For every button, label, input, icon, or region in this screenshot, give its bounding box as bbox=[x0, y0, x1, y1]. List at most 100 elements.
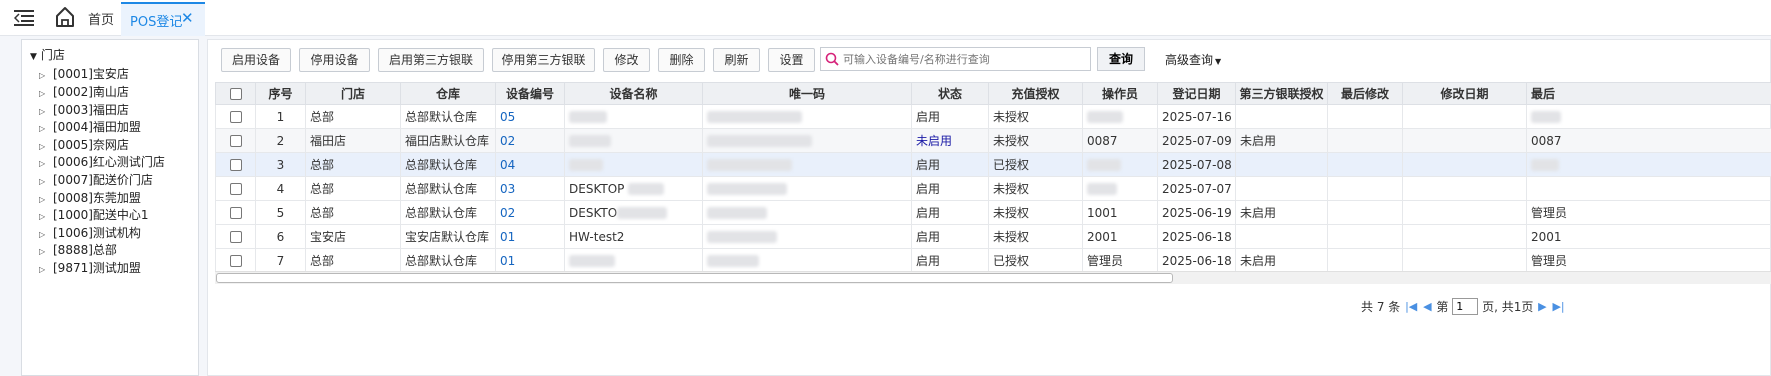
row-checkbox[interactable] bbox=[229, 111, 242, 123]
cell-device-code[interactable]: 03 bbox=[495, 176, 565, 201]
column-header[interactable]: 门店 bbox=[305, 82, 401, 105]
cell-device-code[interactable]: 02 bbox=[495, 128, 565, 153]
disable-unionpay-button[interactable]: 停用第三方银联 bbox=[492, 48, 595, 72]
scrollbar-thumb[interactable] bbox=[216, 273, 1173, 283]
column-header[interactable]: 状态 bbox=[911, 82, 989, 105]
tab-home[interactable]: 首页 bbox=[88, 9, 114, 28]
table-row[interactable]: 7 总部 总部默认仓库 01 启用 已授权 管理员 2025-06-18 未启用… bbox=[215, 248, 1771, 273]
cell-store: 总部 bbox=[305, 152, 401, 177]
cell-status: 启用 bbox=[911, 152, 989, 177]
tree-root[interactable]: ▼ 门店 bbox=[30, 46, 65, 63]
caret-right-icon[interactable]: ▷ bbox=[39, 177, 53, 186]
column-header[interactable]: 设备编号 bbox=[495, 82, 565, 105]
column-header[interactable]: 登记日期 bbox=[1157, 82, 1236, 105]
column-header[interactable]: 修改日期 bbox=[1402, 82, 1527, 105]
row-checkbox[interactable] bbox=[229, 183, 242, 195]
select-all-checkbox[interactable] bbox=[229, 88, 242, 100]
tree-item[interactable]: ▷ [1006]测试机构 bbox=[39, 224, 141, 241]
row-select-cell[interactable] bbox=[215, 104, 256, 129]
menu-collapse-icon[interactable] bbox=[14, 9, 34, 27]
tree-item[interactable]: ▷ [0002]南山店 bbox=[39, 83, 129, 100]
caret-right-icon[interactable]: ▷ bbox=[39, 159, 53, 168]
table-row[interactable]: 2 福田店 福田店默认仓库 02 未启用 未授权 0087 2025-07-09… bbox=[215, 128, 1771, 153]
caret-right-icon[interactable]: ▷ bbox=[39, 230, 53, 239]
search-input[interactable] bbox=[843, 51, 1083, 68]
tree-item[interactable]: ▷ [0006]红心测试门店 bbox=[39, 153, 165, 170]
enable-device-button[interactable]: 启用设备 bbox=[221, 48, 291, 72]
next-page-icon[interactable]: ▶ bbox=[1538, 300, 1546, 313]
table-row[interactable]: 5 总部 总部默认仓库 02 DESKTO 启用 未授权 1001 2025-0… bbox=[215, 200, 1771, 225]
column-header[interactable]: 最后 bbox=[1526, 82, 1771, 105]
cell-device-code[interactable]: 05 bbox=[495, 104, 565, 129]
home-icon[interactable] bbox=[55, 6, 75, 28]
column-header[interactable]: 唯一码 bbox=[702, 82, 912, 105]
column-header[interactable]: 第三方银联授权 bbox=[1235, 82, 1328, 105]
table-row[interactable]: 1 总部 总部默认仓库 05 启用 未授权 2025-07-16 bbox=[215, 104, 1771, 129]
tree-item[interactable]: ▷ [1000]配送中心1 bbox=[39, 206, 149, 223]
close-icon[interactable]: ✕ bbox=[181, 9, 194, 27]
caret-down-icon: ▼ bbox=[30, 52, 37, 62]
disable-device-button[interactable]: 停用设备 bbox=[299, 48, 370, 72]
cell-index: 6 bbox=[255, 224, 306, 249]
delete-button[interactable]: 删除 bbox=[658, 48, 705, 72]
table-row[interactable]: 3 总部 总部默认仓库 04 启用 已授权 2025-07-08 bbox=[215, 152, 1771, 177]
cell-device-code[interactable]: 01 bbox=[495, 248, 565, 273]
prev-page-icon[interactable]: ◀ bbox=[1423, 300, 1431, 313]
tree-item-label: [8888]总部 bbox=[53, 243, 117, 257]
row-select-cell[interactable] bbox=[215, 224, 256, 249]
caret-right-icon[interactable]: ▷ bbox=[39, 107, 53, 116]
select-all-cell[interactable] bbox=[215, 82, 256, 105]
advanced-query-dropdown[interactable]: 高级查询 ▼ bbox=[1165, 51, 1221, 68]
cell-status: 启用 bbox=[911, 104, 989, 129]
caret-right-icon[interactable]: ▷ bbox=[39, 71, 53, 80]
tree-item[interactable]: ▷ [9871]测试加盟 bbox=[39, 259, 141, 276]
tree-item[interactable]: ▷ [0001]宝安店 bbox=[39, 65, 129, 82]
row-select-cell[interactable] bbox=[215, 152, 256, 177]
cell-unionpay-auth: 未启用 bbox=[1235, 248, 1328, 273]
tab-pos-register[interactable]: POS登记 ✕ bbox=[121, 2, 205, 36]
table-row[interactable]: 6 宝安店 宝安店默认仓库 01 HW-test2 启用 未授权 2001 20… bbox=[215, 224, 1771, 249]
caret-right-icon[interactable]: ▷ bbox=[39, 247, 53, 256]
caret-right-icon[interactable]: ▷ bbox=[39, 124, 53, 133]
edit-button[interactable]: 修改 bbox=[603, 48, 650, 72]
first-page-icon[interactable]: |◀ bbox=[1405, 300, 1417, 313]
cell-register-date: 2025-07-08 bbox=[1157, 152, 1236, 177]
cell-device-code[interactable]: 02 bbox=[495, 200, 565, 225]
settings-button[interactable]: 设置 bbox=[768, 48, 815, 72]
row-select-cell[interactable] bbox=[215, 200, 256, 225]
tree-item[interactable]: ▷ [0003]福田店 bbox=[39, 101, 129, 118]
table-row[interactable]: 4 总部 总部默认仓库 03 DESKTOP 启用 未授权 2025-07-07 bbox=[215, 176, 1771, 201]
tree-item[interactable]: ▷ [8888]总部 bbox=[39, 241, 117, 258]
tree-item[interactable]: ▷ [0007]配送价门店 bbox=[39, 171, 153, 188]
column-header[interactable]: 序号 bbox=[255, 82, 306, 105]
caret-right-icon[interactable]: ▷ bbox=[39, 89, 53, 98]
tree-item[interactable]: ▷ [0008]东莞加盟 bbox=[39, 189, 141, 206]
page-number-input[interactable] bbox=[1452, 298, 1479, 315]
caret-right-icon[interactable]: ▷ bbox=[39, 195, 53, 204]
cell-device-code[interactable]: 01 bbox=[495, 224, 565, 249]
row-checkbox[interactable] bbox=[229, 135, 242, 147]
row-select-cell[interactable] bbox=[215, 128, 256, 153]
query-button[interactable]: 查询 bbox=[1097, 47, 1145, 71]
cell-device-code[interactable]: 04 bbox=[495, 152, 565, 177]
column-header[interactable]: 操作员 bbox=[1082, 82, 1158, 105]
last-page-icon[interactable]: ▶| bbox=[1552, 300, 1564, 313]
caret-right-icon[interactable]: ▷ bbox=[39, 265, 53, 274]
row-checkbox[interactable] bbox=[229, 159, 242, 171]
row-select-cell[interactable] bbox=[215, 176, 256, 201]
tree-item[interactable]: ▷ [0004]福田加盟 bbox=[39, 118, 141, 135]
tree-item[interactable]: ▷ [0005]奈网店 bbox=[39, 136, 129, 153]
row-checkbox[interactable] bbox=[229, 255, 242, 267]
column-header[interactable]: 仓库 bbox=[400, 82, 496, 105]
row-checkbox[interactable] bbox=[229, 207, 242, 219]
column-header[interactable]: 最后修改 bbox=[1327, 82, 1403, 105]
column-header[interactable]: 设备名称 bbox=[564, 82, 703, 105]
refresh-button[interactable]: 刷新 bbox=[713, 48, 760, 72]
column-header[interactable]: 充值授权 bbox=[988, 82, 1083, 105]
caret-right-icon[interactable]: ▷ bbox=[39, 142, 53, 151]
enable-unionpay-button[interactable]: 启用第三方银联 bbox=[378, 48, 484, 72]
row-select-cell[interactable] bbox=[215, 248, 256, 273]
row-checkbox[interactable] bbox=[229, 231, 242, 243]
horizontal-scrollbar[interactable] bbox=[215, 271, 1771, 284]
caret-right-icon[interactable]: ▷ bbox=[39, 212, 53, 221]
